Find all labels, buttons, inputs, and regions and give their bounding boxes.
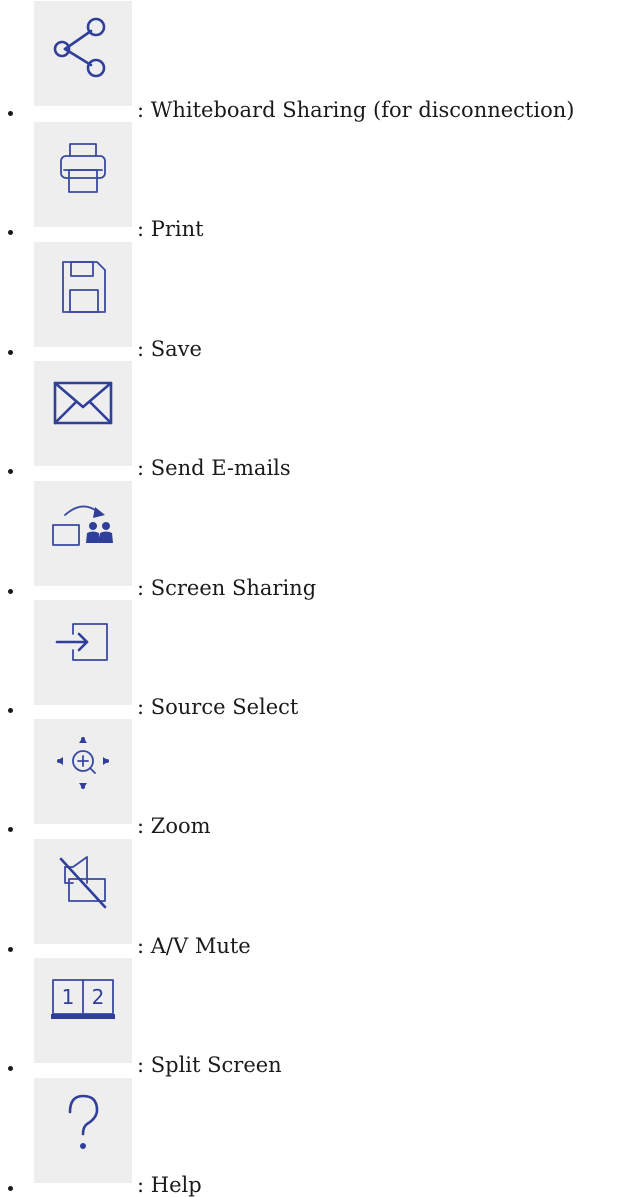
zoom-icon	[57, 737, 109, 790]
save-button[interactable]	[34, 241, 132, 347]
split-screen-button[interactable]: 1 2	[34, 958, 132, 1064]
bullet	[8, 946, 13, 952]
av-mute-button[interactable]	[34, 838, 132, 944]
save-icon	[62, 260, 106, 313]
list-item-help: : Help	[0, 1077, 642, 1197]
item-label: : Send E-mails	[137, 456, 291, 481]
bullet	[8, 111, 13, 116]
bullet	[8, 588, 13, 594]
list-item-source-select: : Source Select	[0, 599, 642, 719]
item-label: : Screen Sharing	[137, 575, 317, 600]
list-item-send-emails: : Send E-mails	[0, 360, 642, 481]
print-icon	[60, 143, 106, 194]
screen-sharing-icon	[52, 505, 113, 546]
list-item-save: : Save	[0, 241, 642, 361]
toolbar-icon-list: : Whiteboard Sharing (for disconnection)…	[0, 0, 642, 1197]
list-item-whiteboard-sharing: : Whiteboard Sharing (for disconnection)	[0, 0, 642, 122]
bullet	[8, 827, 13, 833]
item-label: : Zoom	[137, 814, 211, 839]
item-label: : A/V Mute	[137, 933, 251, 958]
list-item-zoom: : Zoom	[0, 718, 642, 839]
share-icon	[53, 17, 106, 78]
list-item-split-screen: 1 2 : Split Screen	[0, 957, 642, 1078]
bullet	[8, 1185, 13, 1191]
help-icon	[68, 1094, 99, 1149]
bullet	[8, 707, 13, 713]
screen-sharing-button[interactable]	[34, 480, 132, 586]
av-mute-icon	[59, 855, 107, 909]
bullet	[8, 1066, 13, 1072]
list-item-print: : Print	[0, 121, 642, 242]
split-screen-icon: 1 2	[51, 979, 115, 1020]
source-select-button[interactable]	[34, 599, 132, 705]
list-item-screen-sharing: : Screen Sharing	[0, 480, 642, 600]
split-number-2: 2	[92, 985, 105, 1009]
item-label: : Save	[137, 336, 202, 361]
bullet	[8, 230, 13, 236]
help-button[interactable]	[34, 1077, 132, 1183]
zoom-button[interactable]	[34, 719, 132, 825]
bullet	[8, 349, 13, 355]
source-select-icon	[55, 623, 108, 661]
print-button[interactable]	[34, 122, 132, 228]
item-label: : Source Select	[137, 694, 299, 719]
item-label: : Split Screen	[137, 1053, 282, 1078]
send-emails-button[interactable]	[34, 361, 132, 467]
list-item-av-mute: : A/V Mute	[0, 838, 642, 958]
mail-icon	[53, 381, 113, 425]
split-number-1: 1	[62, 985, 75, 1009]
item-label: : Whiteboard Sharing (for disconnection)	[137, 98, 575, 122]
whiteboard-sharing-button[interactable]	[34, 1, 132, 106]
item-label: : Print	[137, 217, 204, 242]
bullet	[8, 469, 13, 475]
